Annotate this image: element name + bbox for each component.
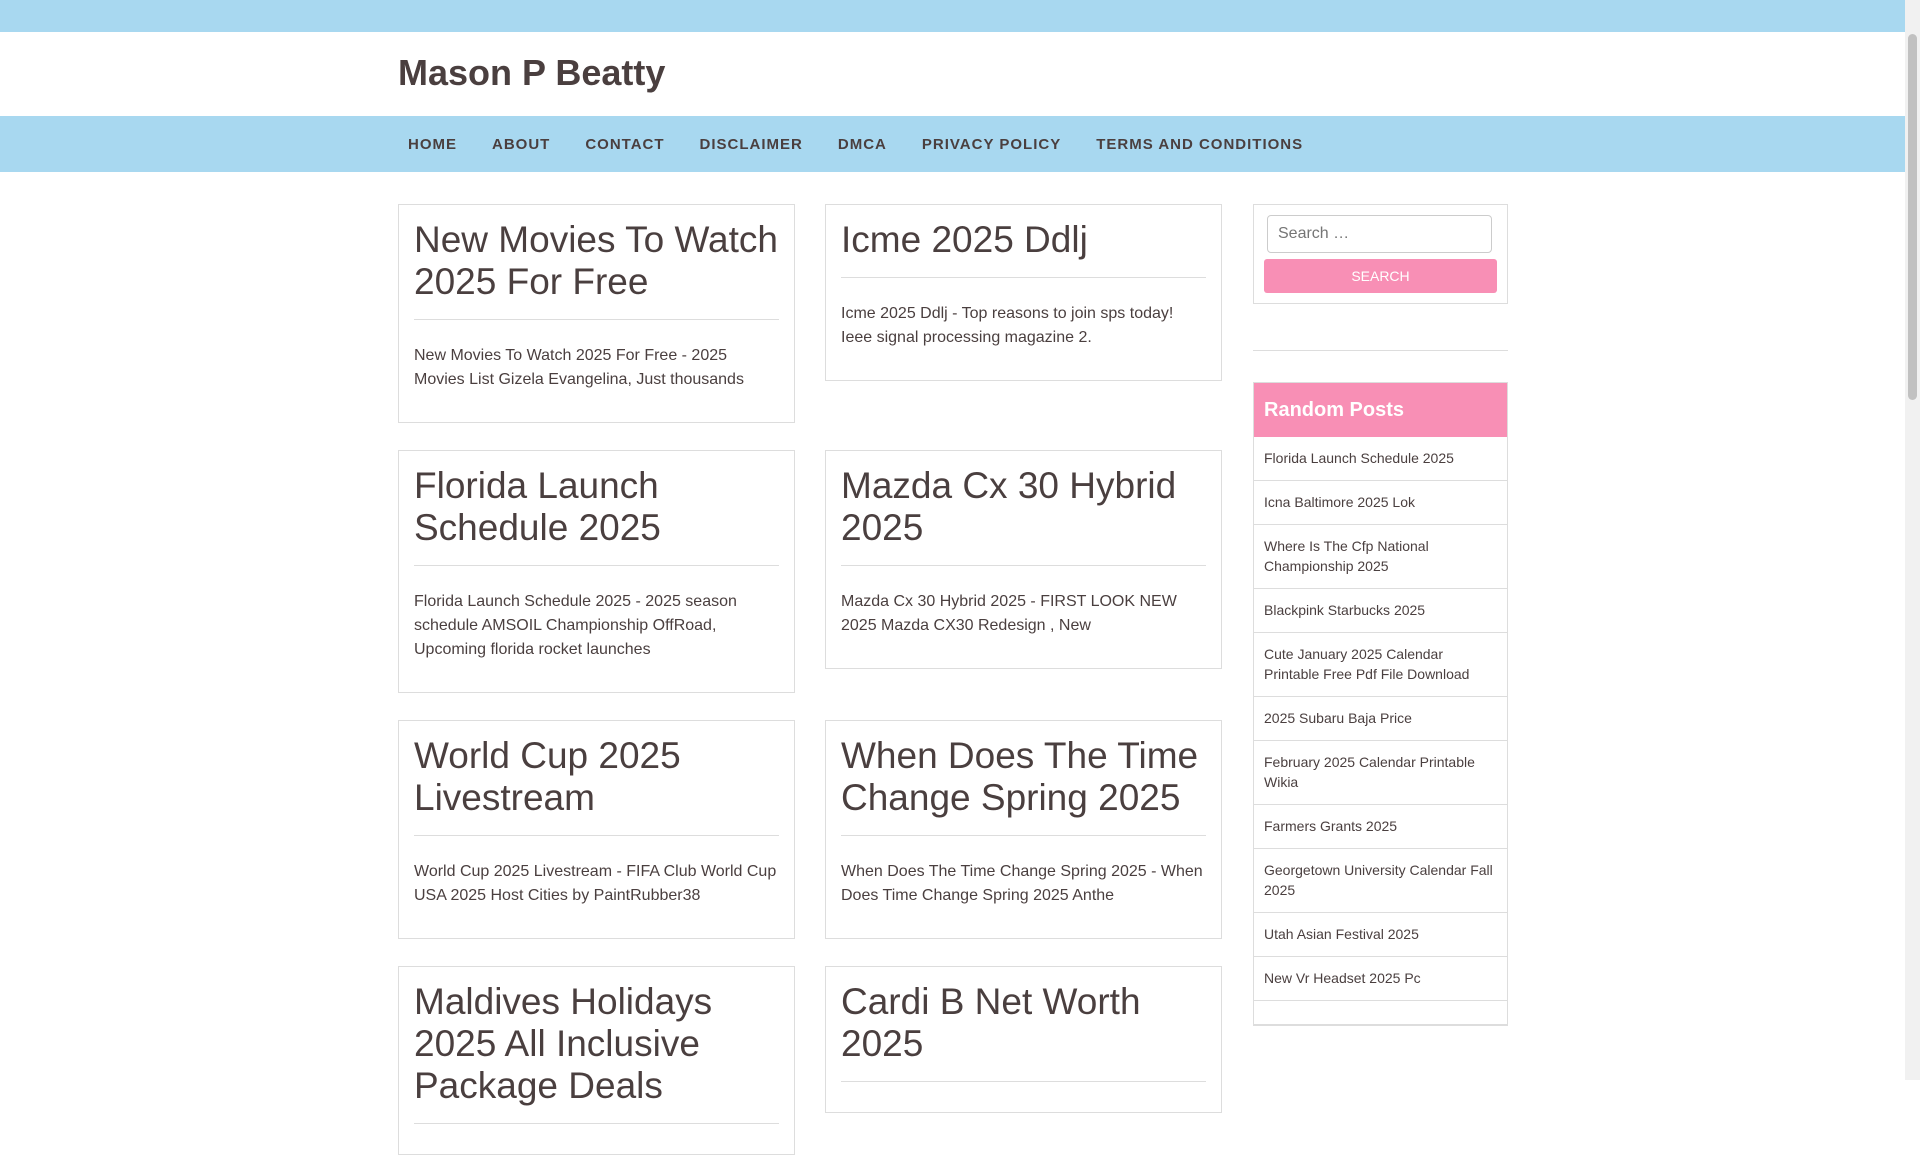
post-card: Florida Launch Schedule 2025 Florida Lau… — [398, 450, 795, 693]
search-widget: Search — [1253, 204, 1508, 304]
random-posts-widget: Random Posts Florida Launch Schedule 202… — [1253, 382, 1508, 1026]
post-excerpt: Icme 2025 Ddlj - Top reasons to join sps… — [841, 305, 1174, 346]
post-title[interactable]: New Movies To Watch 2025 For Free — [414, 219, 779, 320]
nav-about[interactable]: ABOUT — [482, 132, 560, 157]
list-item[interactable] — [1254, 1001, 1507, 1025]
post-title[interactable]: Florida Launch Schedule 2025 — [414, 465, 779, 566]
random-posts-list: Florida Launch Schedule 2025 Icna Baltim… — [1254, 437, 1507, 1025]
post-card: Mazda Cx 30 Hybrid 2025 Mazda Cx 30 Hybr… — [825, 450, 1222, 669]
list-item[interactable]: 2025 Subaru Baja Price — [1254, 697, 1507, 741]
post-excerpt: Florida Launch Schedule 2025 - 2025 seas… — [414, 593, 737, 658]
sidebar: Search Random Posts Florida Launch Sched… — [1253, 204, 1508, 1026]
post-title[interactable]: Cardi B Net Worth 2025 — [841, 981, 1206, 1082]
post-excerpt: Mazda Cx 30 Hybrid 2025 - FIRST LOOK NEW… — [841, 593, 1177, 634]
list-item[interactable]: Cute January 2025 Calendar Printable Fre… — [1254, 633, 1507, 697]
post-excerpt: New Movies To Watch 2025 For Free - 2025… — [414, 347, 744, 388]
site-title[interactable]: Mason P Beatty — [398, 52, 665, 94]
post-card: When Does The Time Change Spring 2025 Wh… — [825, 720, 1222, 939]
nav-disclaimer[interactable]: DISCLAIMER — [690, 132, 813, 157]
sidebar-divider — [1253, 350, 1508, 351]
post-title[interactable]: Maldives Holidays 2025 All Inclusive Pac… — [414, 981, 779, 1124]
list-item[interactable]: Farmers Grants 2025 — [1254, 805, 1507, 849]
list-item[interactable]: Georgetown University Calendar Fall 2025 — [1254, 849, 1507, 913]
list-item[interactable]: February 2025 Calendar Printable Wikia — [1254, 741, 1507, 805]
nav-home[interactable]: HOME — [398, 132, 467, 157]
list-item[interactable]: Blackpink Starbucks 2025 — [1254, 589, 1507, 633]
top-bar — [0, 0, 1920, 32]
post-title[interactable]: Icme 2025 Ddlj — [841, 219, 1206, 278]
list-item[interactable]: Icna Baltimore 2025 Lok — [1254, 481, 1507, 525]
post-card: Maldives Holidays 2025 All Inclusive Pac… — [398, 966, 795, 1155]
scrollbar-thumb[interactable] — [1908, 34, 1917, 400]
search-input[interactable] — [1267, 215, 1492, 253]
post-card: Icme 2025 Ddlj Icme 2025 Ddlj - Top reas… — [825, 204, 1222, 381]
post-title[interactable]: When Does The Time Change Spring 2025 — [841, 735, 1206, 836]
post-excerpt: When Does The Time Change Spring 2025 - … — [841, 863, 1203, 904]
main-nav: HOME ABOUT CONTACT DISCLAIMER DMCA PRIVA… — [0, 116, 1920, 172]
list-item[interactable]: Where Is The Cfp National Championship 2… — [1254, 525, 1507, 589]
post-title[interactable]: World Cup 2025 Livestream — [414, 735, 779, 836]
post-card: World Cup 2025 Livestream World Cup 2025… — [398, 720, 795, 939]
nav-privacy-policy[interactable]: PRIVACY POLICY — [912, 132, 1071, 157]
post-excerpt: World Cup 2025 Livestream - FIFA Club Wo… — [414, 863, 777, 904]
site-header: Mason P Beatty — [0, 32, 1920, 116]
random-posts-heading: Random Posts — [1254, 383, 1507, 437]
list-item[interactable]: New Vr Headset 2025 Pc — [1254, 957, 1507, 1001]
search-button[interactable]: Search — [1264, 259, 1497, 293]
list-item[interactable]: Utah Asian Festival 2025 — [1254, 913, 1507, 957]
nav-dmca[interactable]: DMCA — [828, 132, 897, 157]
list-item[interactable]: Florida Launch Schedule 2025 — [1254, 437, 1507, 481]
page-scrollbar[interactable] — [1905, 0, 1920, 1080]
post-card: New Movies To Watch 2025 For Free New Mo… — [398, 204, 795, 423]
nav-terms-and-conditions[interactable]: TERMS AND CONDITIONS — [1086, 132, 1313, 157]
post-title[interactable]: Mazda Cx 30 Hybrid 2025 — [841, 465, 1206, 566]
nav-contact[interactable]: CONTACT — [575, 132, 674, 157]
post-card: Cardi B Net Worth 2025 — [825, 966, 1222, 1113]
